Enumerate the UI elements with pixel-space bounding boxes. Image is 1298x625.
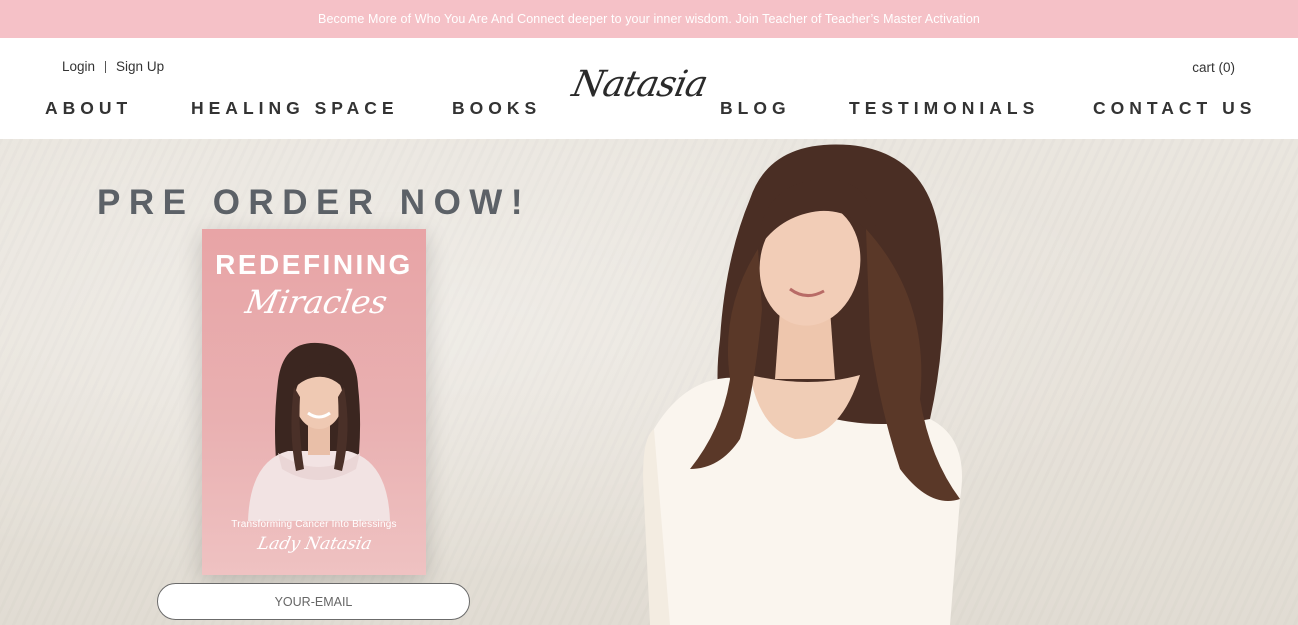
nav-testimonials[interactable]: TESTIMONIALS xyxy=(849,98,1039,119)
nav-contact-us[interactable]: CONTACT US xyxy=(1093,98,1256,119)
signup-link[interactable]: Sign Up xyxy=(116,59,164,74)
nav-about[interactable]: ABOUT xyxy=(45,98,132,119)
email-input[interactable] xyxy=(157,583,470,620)
book-portrait-image xyxy=(248,342,390,521)
book-subtitle: Miracles xyxy=(242,283,391,321)
nav-books[interactable]: BOOKS xyxy=(452,98,541,119)
nav-healing-space[interactable]: HEALING SPACE xyxy=(191,98,399,119)
hero-banner: PRE ORDER NOW! REDEFINING Miracles Trans… xyxy=(0,139,1298,625)
announcement-text[interactable]: Become More of Who You Are And Connect d… xyxy=(318,12,980,26)
book-author: Lady Natasia xyxy=(255,534,374,554)
site-header: Login Sign Up Natasia cart (0) ABOUT HEA… xyxy=(0,38,1298,139)
login-link[interactable]: Login xyxy=(62,59,95,74)
book-title: REDEFINING xyxy=(215,249,413,280)
auth-divider xyxy=(105,60,107,73)
book-cover[interactable]: REDEFINING Miracles Transforming Cancer … xyxy=(202,229,426,575)
hero-model-image xyxy=(643,144,962,625)
preorder-headline: PRE ORDER NOW! xyxy=(97,183,531,222)
book-tagline: Transforming Cancer Into Blessings xyxy=(231,519,397,530)
site-logo[interactable]: Natasia xyxy=(567,64,711,114)
announcement-bar[interactable]: Become More of Who You Are And Connect d… xyxy=(0,0,1298,38)
cart-link[interactable]: cart (0) xyxy=(1192,60,1235,75)
auth-links: Login Sign Up xyxy=(62,59,164,74)
nav-blog[interactable]: BLOG xyxy=(720,98,791,119)
